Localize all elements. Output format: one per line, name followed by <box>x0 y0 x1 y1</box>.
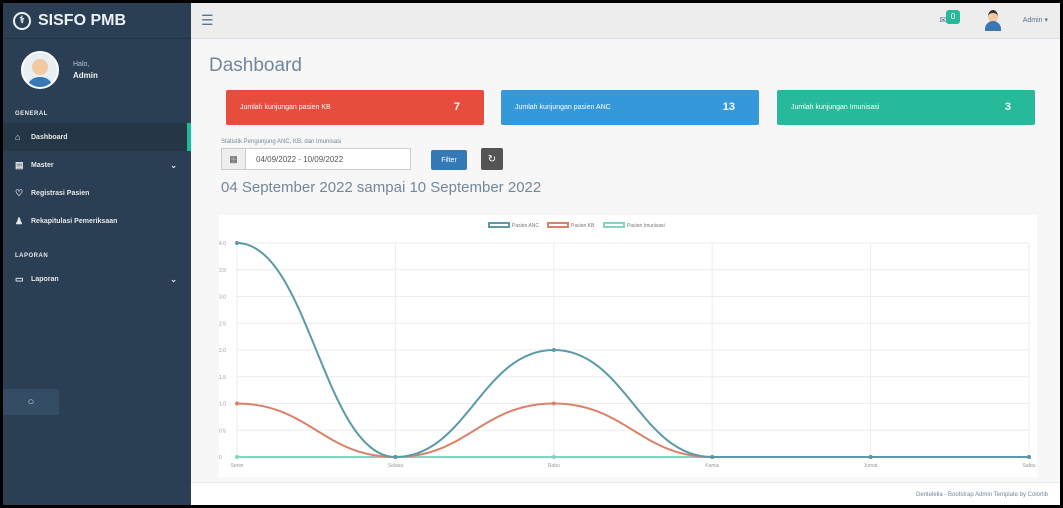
sidebar-item-label: Master <box>31 161 54 169</box>
profile-greeting: Halo, <box>73 60 90 68</box>
users-icon: ♟ <box>15 215 24 226</box>
sidebar-item-label: Dashboard <box>31 133 68 141</box>
sidebar-item-label: Laporan <box>31 275 59 283</box>
legend-label: Pasien ANC <box>512 223 539 229</box>
x-tick-label: Sabtu <box>1022 463 1035 469</box>
data-point <box>393 455 398 459</box>
filter-button[interactable]: Filter <box>431 150 467 170</box>
sidebar-item-registrasi-pasien[interactable]: ♡ Registrasi Pasien <box>3 179 191 207</box>
main-content: Dashboard Jumlah kunjungan pasien KB 7 J… <box>191 40 1060 505</box>
power-icon: ○ <box>27 396 35 408</box>
refresh-icon: ↻ <box>487 153 497 165</box>
topbar: ☰ ✉ 0 Admin ▾ <box>191 3 1060 39</box>
legend-swatch <box>488 222 510 228</box>
data-point <box>551 455 556 459</box>
sidebar-section-general: GENERAL <box>15 111 48 117</box>
profile-name: Admin <box>73 70 98 80</box>
y-tick-label: 1.5 <box>219 375 226 381</box>
data-point <box>868 455 873 459</box>
y-tick-label: 3.0 <box>219 295 226 301</box>
data-point <box>710 455 715 459</box>
stethoscope-icon: ⚕ <box>13 11 31 30</box>
stat-card-value: 13 <box>722 101 735 113</box>
user-menu[interactable]: Admin ▾ <box>1023 16 1048 24</box>
chart-panel: 0 0.5 1.0 1.5 2.0 2.5 3.0 3.5 4.0 Senin Selasa Rabu… <box>219 215 1037 477</box>
home-icon: ⌂ <box>15 132 21 142</box>
notification-badge[interactable]: 0 <box>946 10 960 24</box>
stat-card-kb: Jumlah kunjungan pasien KB 7 <box>226 90 484 125</box>
calendar-icon: ▦ <box>222 149 246 169</box>
filter-label: Statistik Pengunjung ANC, KB, dan Imunis… <box>221 139 342 145</box>
stat-card-imunisasi: Jumlah kunjungan Imunisasi 3 <box>777 90 1035 125</box>
x-tick-label: Selasa <box>388 463 404 469</box>
data-point <box>235 455 239 459</box>
sidebar-item-rekapitulasi[interactable]: ♟ Rekapitulasi Pemeriksaan <box>3 207 191 235</box>
legend-label: Pasien KB <box>571 223 595 229</box>
data-point <box>551 348 556 352</box>
legend-swatch <box>547 222 569 228</box>
stat-card-label: Jumlah kunjungan Imunisasi <box>791 104 880 111</box>
refresh-button[interactable]: ↻ <box>481 148 503 170</box>
data-point <box>235 401 239 406</box>
footer-text: Gentelella - Bootstrap Admin Template by… <box>915 492 1048 498</box>
avatar <box>21 51 59 89</box>
stat-card-label: Jumlah kunjungan pasien ANC <box>515 104 611 111</box>
sidebar-section-laporan: LAPORAN <box>15 253 49 259</box>
stethoscope-icon: ♡ <box>15 187 24 198</box>
date-range-value: 04/09/2022 - 10/09/2022 <box>256 154 344 164</box>
page-title: Dashboard <box>209 55 302 76</box>
chevron-down-icon: ⌄ <box>170 274 177 284</box>
stat-card-value: 3 <box>1004 101 1011 113</box>
brand[interactable]: ⚕ SISFO PMB <box>3 3 191 39</box>
y-tick-label: 3.5 <box>219 268 226 274</box>
y-tick-label: 2.0 <box>219 348 226 354</box>
sidebar-item-laporan[interactable]: ▭ Laporan ⌄ <box>3 265 191 293</box>
date-range-title: 04 September 2022 sampai 10 September 20… <box>221 179 542 196</box>
sidebar: ⚕ SISFO PMB Halo, Admin GENERAL ⌂ Dashbo… <box>3 3 191 505</box>
sidebar-item-label: Rekapitulasi Pemeriksaan <box>31 217 118 225</box>
x-tick-label: Senin <box>231 463 244 469</box>
menu-toggle-icon[interactable]: ☰ <box>201 12 214 29</box>
y-tick-label: 2.5 <box>219 321 226 327</box>
y-tick-label: 0 <box>219 455 222 461</box>
sidebar-item-dashboard[interactable]: ⌂ Dashboard <box>3 123 191 151</box>
x-tick-label: Rabu <box>548 463 560 469</box>
clipboard-icon: ▤ <box>15 159 24 170</box>
footer: Gentelella - Bootstrap Admin Template by… <box>191 482 1060 505</box>
legend-label: Pasien Imunisasi <box>627 223 665 229</box>
y-tick-label: 4.0 <box>219 241 226 247</box>
profile: Halo, Admin <box>3 39 191 97</box>
legend-swatch <box>603 222 625 228</box>
sidebar-item-master[interactable]: ▤ Master ⌄ <box>3 151 191 179</box>
data-point <box>1027 455 1031 459</box>
data-point <box>235 241 239 245</box>
brand-name: SISFO PMB <box>38 11 127 29</box>
x-tick-label: Kamis <box>705 463 719 469</box>
sidebar-item-label: Registrasi Pasien <box>31 189 90 197</box>
stat-card-anc: Jumlah kunjungan pasien ANC 13 <box>501 90 759 125</box>
user-avatar[interactable] <box>984 9 1002 31</box>
laptop-icon: ▭ <box>15 273 24 284</box>
y-tick-label: 1.0 <box>219 402 226 408</box>
data-point <box>551 401 556 406</box>
line-chart: 0 0.5 1.0 1.5 2.0 2.5 3.0 3.5 4.0 Senin Selasa Rabu… <box>219 222 1036 469</box>
date-range-input[interactable]: ▦ 04/09/2022 - 10/09/2022 <box>221 148 411 170</box>
profile-text: Halo, Admin <box>73 59 98 82</box>
y-tick-label: 0.5 <box>219 428 226 434</box>
x-tick-label: Jumat <box>864 463 878 469</box>
stat-card-value: 7 <box>453 101 460 113</box>
sidebar-footer-button[interactable]: ○ <box>3 389 59 415</box>
chevron-down-icon: ⌄ <box>170 160 177 170</box>
app-window: ⚕ SISFO PMB Halo, Admin GENERAL ⌂ Dashbo… <box>0 0 1063 508</box>
stat-card-label: Jumlah kunjungan pasien KB <box>240 104 331 111</box>
